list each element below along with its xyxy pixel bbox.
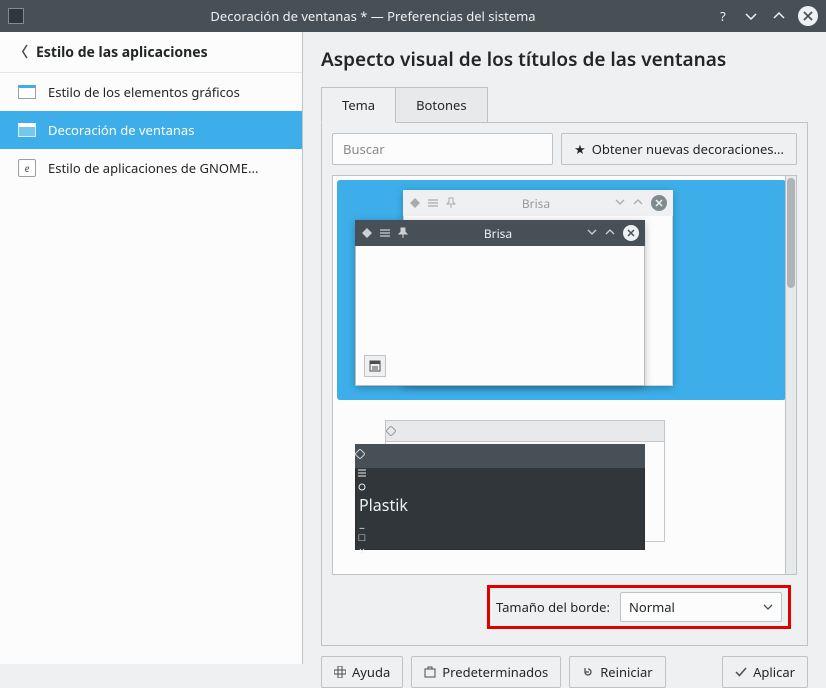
get-new-label: Obtener nuevas decoraciones... — [592, 140, 784, 158]
footer-buttons: Ayuda Predeterminados Reiniciar Aplicar — [321, 646, 808, 688]
window-titlebar: Decoración de ventanas * — Preferencias … — [0, 0, 826, 32]
preview-title-label: Brisa — [415, 225, 581, 242]
maximize-icon — [633, 197, 645, 209]
preview-brisa-active: Brisa — [355, 220, 645, 386]
defaults-button[interactable]: Predeterminados — [411, 656, 561, 688]
pin-icon — [355, 480, 369, 494]
chevron-down-icon — [763, 602, 773, 612]
hamburger-icon — [427, 197, 439, 209]
tab-buttons[interactable]: Botones — [396, 87, 487, 123]
border-size-select[interactable]: Normal — [620, 592, 782, 622]
close-button[interactable] — [798, 6, 818, 26]
pin-icon — [445, 197, 457, 209]
reset-label: Reiniciar — [600, 663, 652, 681]
minimize-icon — [615, 197, 627, 209]
sidebar-item-label: Estilo de los elementos gráficos — [48, 83, 240, 101]
help-label: Ayuda — [352, 663, 390, 681]
border-size-row: Tamaño del borde: Normal — [332, 575, 797, 635]
border-size-value: Normal — [629, 598, 675, 616]
theme-card-plastik[interactable]: Plastik _ □ × — [337, 410, 786, 560]
maximize-button[interactable] — [770, 7, 788, 25]
app-menu-icon — [409, 197, 421, 209]
sidebar-item-widget-style[interactable]: Estilo de los elementos gráficos — [0, 73, 302, 111]
minimize-button[interactable] — [742, 7, 760, 25]
apply-button[interactable]: Aplicar — [722, 656, 808, 688]
help-icon — [334, 666, 346, 678]
minimize-icon — [587, 227, 599, 239]
theme-card-brisa[interactable]: Brisa Brisa — [337, 180, 786, 400]
preview-plastik-active: Plastik _ □ × — [355, 444, 645, 550]
highlight-annotation: Tamaño del borde: Normal — [487, 585, 791, 629]
search-input[interactable]: Buscar — [332, 133, 553, 165]
pin-icon — [397, 227, 409, 239]
window-decoration-icon — [18, 123, 36, 137]
reset-button[interactable]: Reiniciar — [569, 656, 665, 688]
sidebar-item-label: Estilo de aplicaciones de GNOME... — [48, 159, 258, 177]
app-icon — [8, 8, 24, 24]
app-menu-icon — [386, 426, 398, 438]
chevron-left-icon: 〈 — [14, 42, 28, 62]
close-icon — [623, 225, 639, 241]
tab-bar: Tema Botones — [321, 86, 808, 122]
app-menu-icon — [361, 227, 373, 239]
page-title: Aspecto visual de los títulos de las ven… — [321, 46, 808, 72]
main-panel: Aspecto visual de los títulos de las ven… — [303, 32, 826, 664]
configure-theme-button[interactable] — [364, 355, 386, 377]
sidebar-item-gnome-style[interactable]: e Estilo de aplicaciones de GNOME... — [0, 149, 302, 187]
reset-icon — [582, 666, 594, 678]
app-menu-icon — [355, 449, 367, 461]
preview-title-label: Plastik — [359, 494, 408, 516]
star-icon: ★ — [574, 140, 586, 158]
help-button[interactable]: Ayuda — [321, 656, 403, 688]
window-title: Decoración de ventanas * — Preferencias … — [32, 7, 714, 25]
get-new-decorations-button[interactable]: ★ Obtener nuevas decoraciones... — [561, 133, 797, 165]
sidebar-item-label: Decoración de ventanas — [48, 121, 194, 139]
close-icon — [651, 195, 667, 211]
sidebar: 〈 Estilo de las aplicaciones Estilo de l… — [0, 32, 303, 664]
help-button[interactable]: ? — [714, 7, 732, 25]
widget-style-icon — [18, 85, 36, 99]
border-size-label: Tamaño del borde: — [496, 598, 610, 616]
sidebar-item-window-decorations[interactable]: Decoración de ventanas — [0, 111, 302, 149]
sidebar-header-label: Estilo de las aplicaciones — [36, 43, 208, 62]
check-icon — [735, 666, 747, 678]
defaults-label: Predeterminados — [442, 663, 548, 681]
tab-theme[interactable]: Tema — [321, 87, 396, 123]
gnome-icon: e — [18, 159, 36, 177]
maximize-icon — [605, 227, 617, 239]
tab-content: Buscar ★ Obtener nuevas decoraciones... — [321, 122, 808, 646]
apply-label: Aplicar — [753, 663, 795, 681]
defaults-icon — [424, 666, 436, 678]
preview-title-label: Brisa — [463, 195, 609, 212]
hamburger-icon — [379, 227, 391, 239]
hamburger-icon — [355, 466, 369, 480]
themes-list[interactable]: Brisa Brisa — [332, 175, 797, 575]
sidebar-back-button[interactable]: 〈 Estilo de las aplicaciones — [0, 32, 302, 73]
